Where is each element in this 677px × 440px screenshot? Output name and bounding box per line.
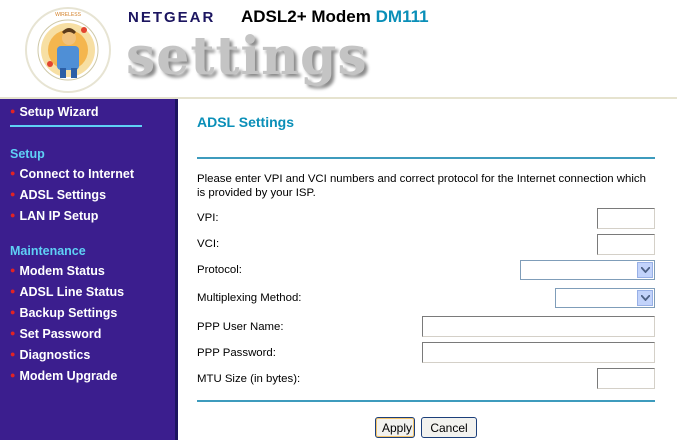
main-content: ADSL Settings Please enter VPI and VCI n… (181, 101, 677, 440)
divider (10, 125, 142, 127)
ppp-user-input[interactable] (422, 316, 655, 337)
brand-name: NETGEAR (128, 9, 216, 26)
sidebar-item-label: Setup Wizard (19, 105, 99, 119)
banner-settings-word: settings (126, 26, 368, 87)
sidebar-item-diagnostics[interactable]: ● Diagnostics (10, 348, 90, 362)
chevron-down-icon[interactable] (637, 290, 653, 306)
apply-button[interactable]: Apply (375, 417, 415, 438)
sidebar-item-label: Connect to Internet (19, 167, 135, 181)
bullet-icon: ● (10, 210, 16, 220)
page-title: ADSL Settings (197, 114, 294, 130)
sidebar-item-label: LAN IP Setup (19, 209, 99, 223)
vpi-input[interactable] (597, 208, 655, 229)
bullet-icon: ● (10, 328, 16, 338)
sidebar-item-set-password[interactable]: ● Set Password (10, 327, 101, 341)
bullet-icon: ● (10, 168, 16, 178)
section-heading-setup: Setup (10, 147, 45, 161)
mtu-input[interactable] (597, 368, 655, 389)
sidebar-item-modem-status[interactable]: ● Modem Status (10, 264, 105, 278)
multiplexing-select[interactable] (555, 288, 655, 308)
header: WIRELESS NETGEAR ADSL2+ Modem DM111 sett… (0, 0, 677, 99)
vci-label: VCI: (197, 238, 220, 250)
mtu-label: MTU Size (in bytes): (197, 373, 301, 385)
protocol-select[interactable] (520, 260, 655, 280)
chevron-down-icon[interactable] (637, 262, 653, 278)
sidebar-item-backup-settings[interactable]: ● Backup Settings (10, 306, 117, 320)
cancel-button[interactable]: Cancel (421, 417, 477, 438)
vci-input[interactable] (597, 234, 655, 255)
model-name: ADSL2+ Modem DM111 (241, 7, 429, 27)
sidebar-item-label: Diagnostics (19, 348, 91, 362)
multiplexing-label: Multiplexing Method: (197, 292, 302, 304)
ppp-user-label: PPP User Name: (197, 321, 284, 333)
ppp-password-label: PPP Password: (197, 347, 276, 359)
sidebar-item-label: Set Password (19, 327, 102, 341)
divider-top (197, 157, 655, 159)
divider-bottom (197, 400, 655, 402)
model-prefix: ADSL2+ Modem (241, 7, 371, 26)
sidebar-item-label: ADSL Line Status (19, 285, 125, 299)
bullet-icon: ● (10, 370, 16, 380)
sidebar-item-adsl-settings[interactable]: ● ADSL Settings (10, 188, 106, 202)
bullet-icon: ● (10, 106, 16, 116)
sidebar-item-label: ADSL Settings (19, 188, 107, 202)
bullet-icon: ● (10, 349, 16, 359)
sidebar-item-label: Backup Settings (19, 306, 118, 320)
sidebar-item-connect-to-internet[interactable]: ● Connect to Internet (10, 167, 134, 181)
sidebar-item-label: Modem Upgrade (19, 369, 118, 383)
sidebar-item-modem-upgrade[interactable]: ● Modem Upgrade (10, 369, 117, 383)
section-heading-maintenance: Maintenance (10, 244, 86, 258)
netgear-logo: WIRELESS (24, 6, 112, 94)
protocol-label: Protocol: (197, 264, 242, 276)
bullet-icon: ● (10, 307, 16, 317)
sidebar-nav: ● Setup Wizard Setup ● Connect to Internet… (0, 99, 178, 440)
svg-text:WIRELESS: WIRELESS (55, 12, 82, 18)
sidebar-item-setup-wizard[interactable]: ● Setup Wizard (10, 105, 99, 119)
ppp-password-input[interactable] (422, 342, 655, 363)
bullet-icon: ● (10, 189, 16, 199)
vpi-label: VPI: (197, 212, 219, 224)
sidebar-item-adsl-line-status[interactable]: ● ADSL Line Status (10, 285, 124, 299)
intro-text: Please enter VPI and VCI numbers and cor… (197, 173, 646, 199)
bullet-icon: ● (10, 286, 16, 296)
sidebar-item-label: Modem Status (19, 264, 105, 278)
bullet-icon: ● (10, 265, 16, 275)
model-id: DM111 (375, 7, 429, 26)
sidebar-item-lan-ip-setup[interactable]: ● LAN IP Setup (10, 209, 98, 223)
